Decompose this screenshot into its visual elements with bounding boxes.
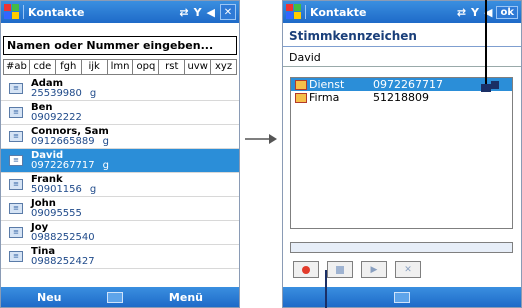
callout-marker-top bbox=[481, 84, 491, 92]
contact-card-icon: ≡ bbox=[9, 107, 23, 118]
contacts-screen: Kontakte ⇄ Y ◀ ✕ Namen oder Nummer einge… bbox=[0, 0, 240, 308]
delete-icon: ✕ bbox=[404, 264, 412, 275]
keyboard-icon[interactable] bbox=[394, 291, 410, 303]
contact-number: 0912665889 bbox=[31, 136, 95, 147]
ok-button[interactable]: ok bbox=[496, 5, 518, 19]
menu-softkey[interactable]: Menü bbox=[169, 291, 203, 304]
contact-tag: g bbox=[102, 136, 109, 147]
list-item[interactable]: Firma 51218809 bbox=[291, 91, 512, 104]
stop-button[interactable] bbox=[327, 261, 353, 278]
title-separator bbox=[305, 5, 306, 19]
number-label: Dienst bbox=[309, 78, 345, 91]
windows-start-icon[interactable] bbox=[286, 4, 302, 20]
contact-tag: g bbox=[89, 88, 97, 99]
list-item[interactable]: ≡ Frank 50901156 g bbox=[1, 173, 239, 197]
app-title: Kontakte bbox=[310, 5, 367, 19]
number-value: 0972267717 bbox=[373, 78, 443, 91]
sync-icon[interactable]: ⇄ bbox=[179, 6, 188, 19]
alphabet-tabs: #ab cde fgh ijk lmn opq rst uvw xyz bbox=[3, 59, 237, 75]
contact-number: 0988252540 bbox=[31, 232, 95, 243]
callout-line-top bbox=[485, 0, 487, 84]
folder-icon bbox=[295, 92, 307, 103]
app-title: Kontakte bbox=[28, 5, 85, 19]
contact-number: 0988252427 bbox=[31, 256, 95, 267]
contact-number: 09092222 bbox=[31, 112, 82, 123]
close-icon[interactable]: ✕ bbox=[220, 4, 236, 20]
play-icon: ▶ bbox=[370, 264, 378, 275]
contact-number: 25539980 bbox=[31, 88, 82, 99]
number-label: Firma bbox=[309, 91, 340, 104]
callout-line-bottom bbox=[325, 270, 327, 308]
softkey-bar: Neu Menü bbox=[1, 287, 239, 307]
tab-ijk[interactable]: ijk bbox=[82, 60, 108, 74]
list-item[interactable]: ≡ Connors, Sam 0912665889 g bbox=[1, 125, 239, 149]
contact-card-icon: ≡ bbox=[9, 179, 23, 190]
voice-tag-icon bbox=[491, 80, 499, 89]
list-item-selected[interactable]: Dienst 0972267717 bbox=[291, 78, 512, 91]
list-item-selected[interactable]: ≡ David 0972267717 g bbox=[1, 149, 239, 173]
contact-card-icon: ≡ bbox=[9, 203, 23, 214]
contact-number: 09095555 bbox=[31, 208, 82, 219]
list-item[interactable]: ≡ Tina 0988252427 bbox=[1, 245, 239, 269]
contact-card-icon: ≡ bbox=[9, 155, 23, 166]
contact-number: 50901156 bbox=[31, 184, 82, 195]
tab-rst[interactable]: rst bbox=[159, 60, 186, 74]
transition-arrow-icon bbox=[245, 134, 277, 144]
contact-card-icon: ≡ bbox=[9, 131, 23, 142]
title-bar: Kontakte ⇄ Y ◀ ✕ bbox=[1, 1, 239, 23]
number-value: 51218809 bbox=[373, 91, 429, 104]
contact-card-icon: ≡ bbox=[9, 83, 23, 94]
softkey-bar bbox=[283, 287, 521, 307]
record-button[interactable] bbox=[293, 261, 319, 278]
contact-card-icon: ≡ bbox=[9, 251, 23, 262]
contact-tag: g bbox=[102, 160, 109, 171]
new-softkey[interactable]: Neu bbox=[37, 291, 62, 304]
tab-ab[interactable]: #ab bbox=[4, 60, 30, 74]
contact-number: 0972267717 bbox=[31, 160, 95, 171]
tab-uvw[interactable]: uvw bbox=[185, 60, 212, 74]
list-item[interactable]: ≡ Ben 09092222 bbox=[1, 101, 239, 125]
title-separator bbox=[23, 5, 24, 19]
tab-opq[interactable]: opq bbox=[133, 60, 160, 74]
tab-cde[interactable]: cde bbox=[30, 60, 56, 74]
keyboard-icon[interactable] bbox=[107, 291, 124, 303]
tab-fgh[interactable]: fgh bbox=[56, 60, 82, 74]
tab-lmn[interactable]: lmn bbox=[108, 60, 134, 74]
search-input[interactable]: Namen oder Nummer eingeben... bbox=[3, 36, 237, 55]
record-icon bbox=[302, 265, 310, 274]
folder-icon bbox=[295, 79, 307, 90]
list-item[interactable]: ≡ Adam 25539980 g bbox=[1, 77, 239, 101]
phone-number-list: Dienst 0972267717 Firma 51218809 bbox=[290, 77, 513, 229]
signal-icon[interactable]: Y bbox=[194, 6, 202, 19]
volume-icon[interactable]: ◀ bbox=[207, 6, 215, 19]
tab-xyz[interactable]: xyz bbox=[211, 60, 236, 74]
signal-icon[interactable]: Y bbox=[471, 6, 479, 19]
recording-controls: ▶ ✕ bbox=[293, 261, 429, 278]
delete-button[interactable]: ✕ bbox=[395, 261, 421, 278]
contact-tag: g bbox=[89, 184, 97, 195]
play-button[interactable]: ▶ bbox=[361, 261, 387, 278]
contact-card-icon: ≡ bbox=[9, 227, 23, 238]
list-item[interactable]: ≡ John 09095555 bbox=[1, 197, 239, 221]
recording-progress-bar bbox=[290, 242, 513, 253]
contact-list: ≡ Adam 25539980 g ≡ Ben 09092222 ≡ Connors,… bbox=[1, 77, 239, 269]
sync-icon[interactable]: ⇄ bbox=[457, 6, 466, 19]
list-item[interactable]: ≡ Joy 0988252540 bbox=[1, 221, 239, 245]
stop-icon bbox=[336, 265, 344, 274]
windows-start-icon[interactable] bbox=[4, 4, 20, 20]
